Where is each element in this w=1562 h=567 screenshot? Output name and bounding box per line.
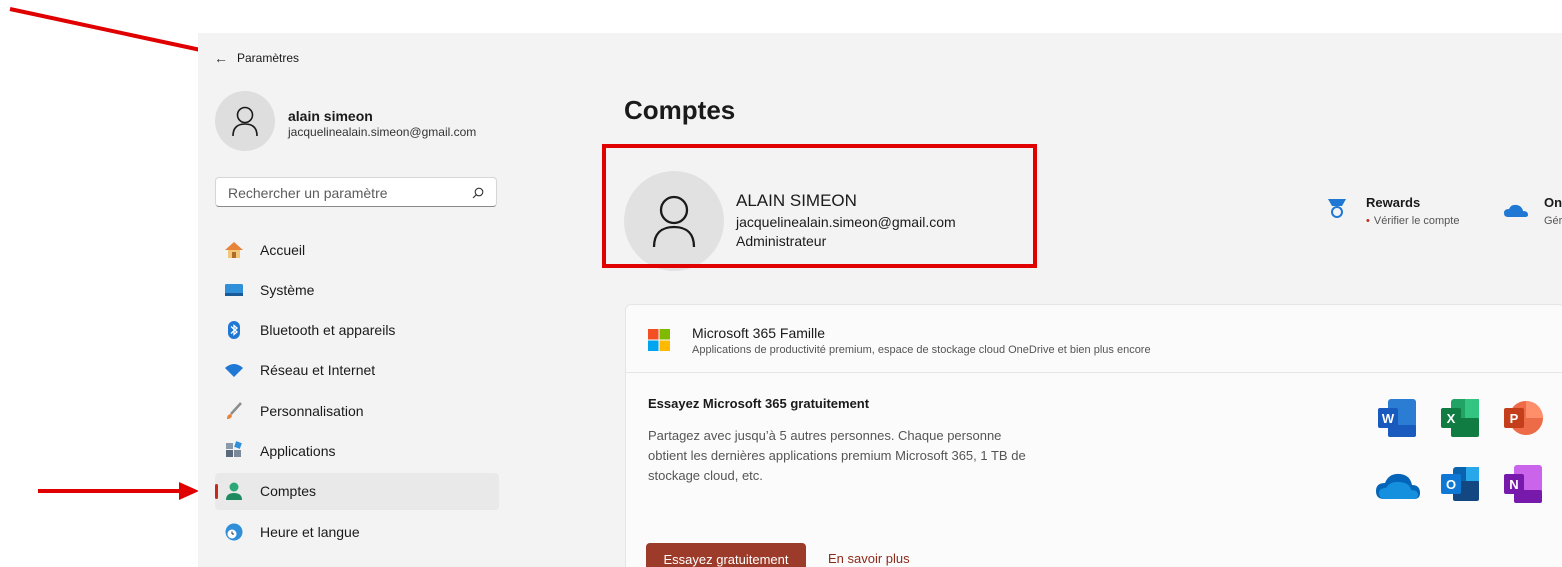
- page-title: Comptes: [624, 95, 736, 125]
- rewards-title: Rewards: [1366, 195, 1421, 210]
- sidebar-item-personnalisation[interactable]: Personnalisation: [215, 392, 499, 429]
- system-icon: [224, 280, 244, 300]
- svg-text:P: P: [1510, 411, 1519, 426]
- sidebar-item-accueil[interactable]: Accueil: [215, 231, 499, 268]
- time-language-icon: [224, 522, 244, 542]
- apps-icon: [224, 441, 244, 461]
- accounts-icon: [224, 481, 244, 501]
- svg-text:N: N: [1509, 477, 1518, 492]
- sidebar-item-label: Personnalisation: [260, 402, 364, 419]
- sidebar-item-label: Réseau et Internet: [260, 362, 376, 379]
- onedrive-icon: [1504, 204, 1528, 217]
- svg-text:X: X: [1447, 411, 1456, 426]
- sidebar-item-reseau[interactable]: Réseau et Internet: [215, 352, 499, 389]
- sidebar-item-label: Heure et langue: [260, 523, 360, 540]
- m365-try-title: Essayez Microsoft 365 gratuitement: [648, 396, 870, 411]
- person-icon: [232, 106, 258, 137]
- sidebar-item-applications[interactable]: Applications: [215, 432, 499, 469]
- powerpoint-icon: P: [1504, 401, 1543, 435]
- sidebar-item-comptes[interactable]: Comptes: [215, 472, 499, 510]
- home-icon: [224, 240, 244, 260]
- sidebar-item-systeme[interactable]: Système: [215, 271, 499, 308]
- m365-description: Applications de productivité premium, es…: [692, 344, 1151, 356]
- rewards-icon: [1328, 199, 1346, 218]
- sidebar-item-label: Comptes: [260, 483, 317, 500]
- svg-text:W: W: [1382, 411, 1395, 426]
- svg-text:O: O: [1446, 477, 1456, 492]
- excel-icon: X: [1441, 399, 1479, 437]
- sidebar-item-bluetooth[interactable]: Bluetooth et appareils: [215, 312, 499, 349]
- sidebar-item-label: Accueil: [260, 241, 306, 258]
- search-box[interactable]: [215, 177, 497, 207]
- active-indicator: [215, 483, 218, 499]
- microsoft-logo-icon: [648, 329, 670, 351]
- m365-card: Microsoft 365 Famille Applications de pr…: [625, 304, 1562, 567]
- onedrive-icon: [1376, 473, 1420, 499]
- onedrive-title: On: [1544, 195, 1562, 210]
- outlook-icon: O: [1441, 467, 1479, 501]
- learn-more-link[interactable]: En savoir plus: [828, 551, 910, 566]
- annotation-arrow-bottom: [38, 482, 199, 500]
- word-icon: W: [1378, 399, 1416, 437]
- rewards-status: • Vérifier le compte: [1366, 215, 1459, 227]
- user-profile[interactable]: alain simeon jacquelinealain.simeon@gmai…: [215, 91, 476, 151]
- sidebar-nav: Accueil Système Bluetooth et appareils R…: [215, 231, 499, 553]
- status-dot: •: [1366, 215, 1370, 227]
- window-title: Paramètres: [237, 51, 300, 65]
- bluetooth-icon: [224, 320, 244, 340]
- search-icon[interactable]: [472, 186, 484, 204]
- try-free-button[interactable]: Essayez gratuitement: [646, 543, 806, 567]
- onedrive-subtitle: Gér: [1544, 215, 1562, 227]
- sidebar-item-label: Bluetooth et appareils: [260, 322, 396, 339]
- search-input[interactable]: [226, 184, 460, 202]
- annotation-highlight-box: [602, 144, 1037, 268]
- profile-email: jacquelinealain.simeon@gmail.com: [288, 125, 477, 139]
- sidebar-item-label: Applications: [260, 442, 336, 459]
- m365-header[interactable]: Microsoft 365 Famille Applications de pr…: [626, 305, 1562, 373]
- m365-title: Microsoft 365 Famille: [692, 325, 826, 341]
- avatar: [215, 91, 275, 151]
- rewards-subtitle: Vérifier le compte: [1373, 215, 1460, 227]
- brush-icon: [224, 401, 244, 421]
- back-arrow-icon[interactable]: ←: [214, 50, 228, 66]
- onenote-icon: N: [1504, 465, 1542, 503]
- sidebar-item-heure-langue[interactable]: Heure et langue: [215, 513, 499, 550]
- m365-try-description: Partagez avec jusqu’à 5 autres personnes…: [648, 428, 1026, 483]
- sidebar-item-label: Système: [260, 281, 315, 298]
- settings-window: ← Paramètres alain simeon jacquelinealai…: [198, 33, 1562, 567]
- profile-name: alain simeon: [288, 108, 373, 124]
- wifi-icon: [224, 360, 244, 380]
